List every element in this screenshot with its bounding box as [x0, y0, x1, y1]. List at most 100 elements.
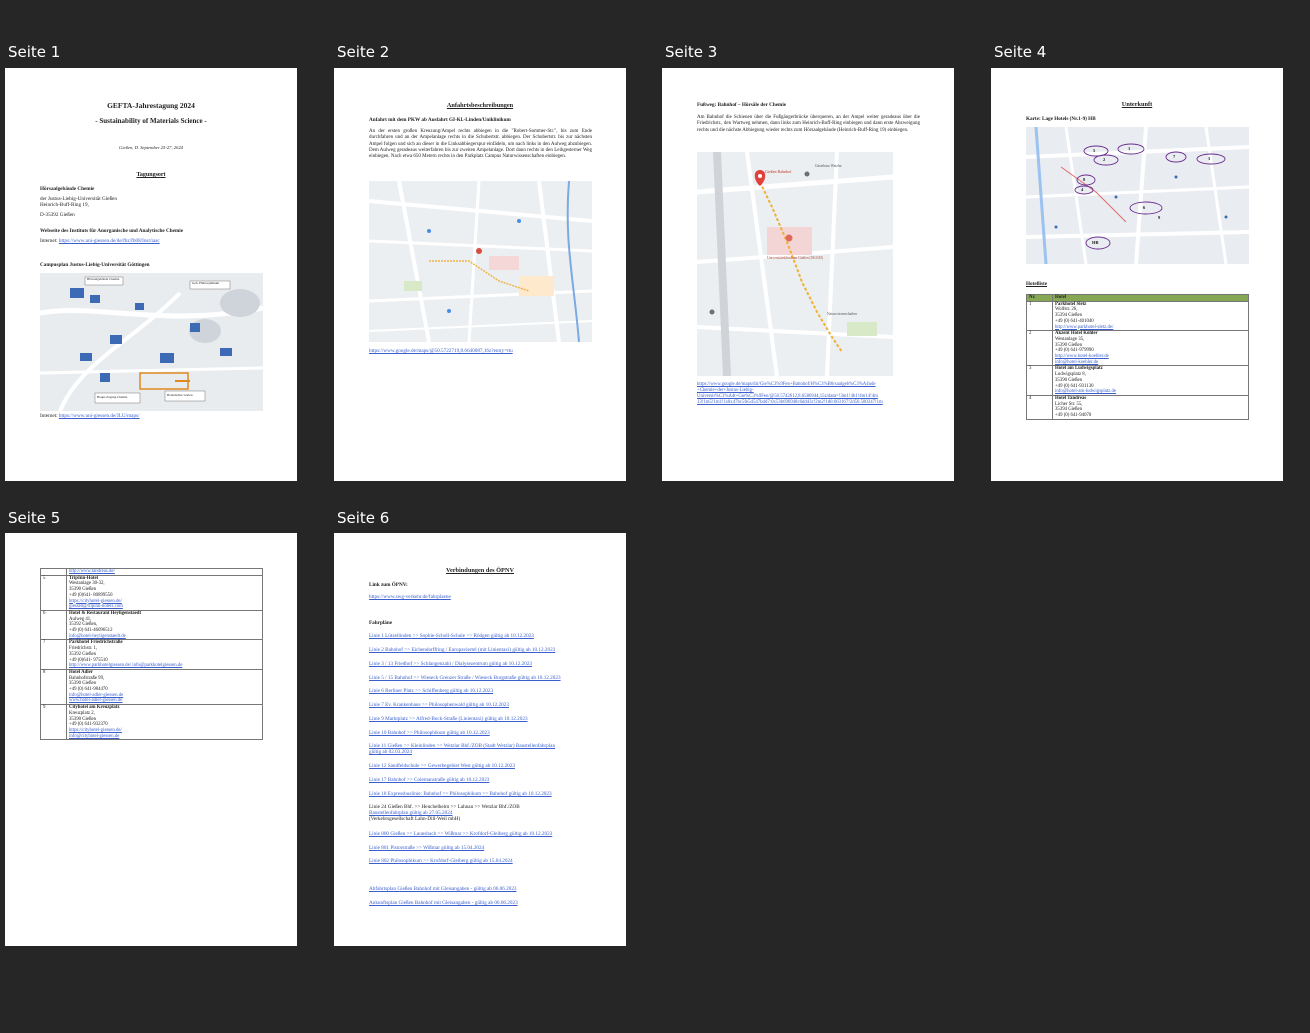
hotel-marker-label: 9 — [1158, 215, 1161, 220]
page-label-6[interactable]: Seite 6 — [337, 509, 389, 527]
page2-map-link[interactable]: https://www.google.de/maps/@50.5722719,8… — [369, 348, 513, 354]
page4-hotel-list-heading: Hotelliste — [1026, 281, 1048, 287]
hotel-number: 2 — [1026, 330, 1053, 367]
hotel-email-link[interactable]: info@hotel-heyligenstaedt.de — [69, 634, 260, 640]
hotel-cell: Cityhotel am Kreuzplatz Kreuzplatz 2, 35… — [66, 704, 263, 741]
page-label-4[interactable]: Seite 4 — [994, 43, 1046, 61]
timetable-link[interactable]: Linie 18 Expressbuslinie: Bahnhof >> Phi… — [369, 791, 552, 797]
timetable-link[interactable]: Linie 801 Pistorstraße >> Wißmar gültig … — [369, 845, 484, 851]
route-map — [369, 181, 592, 342]
page6-heading: Verbindungen des ÖPNV — [446, 567, 514, 574]
arrival-plan-link[interactable]: Ankunftsplan Gießen Bahnhof mit Gleisang… — [369, 900, 518, 906]
internet-label: Internet: — [40, 238, 58, 244]
table-row: 4 Hotel Tandreas Licher Str. 55, 35394 G… — [1026, 394, 1249, 420]
timetable-link[interactable]: Linie 5 / 15 Bahnhof >> Wieseck Grenzer … — [369, 675, 561, 681]
walking-map-label: Universitätsklinikum Gießen (UKGM) — [767, 256, 823, 260]
page-label-5[interactable]: Seite 5 — [8, 509, 60, 527]
page-label-3[interactable]: Seite 3 — [665, 43, 717, 61]
page4-heading: Unterkunft — [1121, 101, 1153, 108]
page2-directions-text: An der ersten großen Kreuzung/Ampel rech… — [369, 129, 592, 160]
hotel-link[interactable]: http://www.parkhotel-sletz.de/ — [1055, 325, 1246, 331]
timetable-link[interactable]: Linie 1 Lützellinden >> Sophie-Scholl-Sc… — [369, 633, 534, 639]
hotel-email-link[interactable]: info@cityhotel-giessen.de — [69, 734, 260, 740]
page1-campus-heading: Campusplan Justus-Liebig-Universität Göt… — [40, 262, 150, 268]
hotel-link[interactable]: http://www.tandreas.de/ — [69, 569, 260, 575]
table-row: http://www.tandreas.de/ — [40, 568, 263, 576]
timetable-link[interactable]: Linie 2 Bahnhof >> Eichendorffring / Eur… — [369, 647, 555, 653]
timetable-link[interactable]: Linie 12 Sandfeldschule >> Gewerbegebiet… — [369, 763, 515, 769]
hotel-table: Nr. Hotel 1 Parkhotel Sletz Wolfstr. 26,… — [1026, 294, 1249, 420]
hotel-marker-label: HB — [1092, 240, 1099, 245]
hotel-map: 5 1 2 7 8 6 3 4 9 HB — [1026, 127, 1249, 264]
hotel-number: 3 — [1026, 365, 1053, 396]
hotel-cell: Akzent Hotel Köhler Westanlage 35, 35390… — [1052, 330, 1249, 367]
departure-plan-link[interactable]: Abfahrtsplan Gießen Bahnhof mit Gleisang… — [369, 886, 517, 892]
hotel-email-link[interactable]: info@hotel-koehler.de — [1055, 360, 1246, 366]
hotel-cell: Parkhotel Friedrichstraße Friedrichstr. … — [66, 639, 263, 670]
hotel-number: 7 — [40, 639, 67, 670]
walking-map-label: Naturwissenschaften — [827, 312, 857, 316]
walking-map: Gießen Bahnhof Universitätsklinikum Gieß… — [697, 152, 893, 376]
hotel-cell: Hotel Tandreas Licher Str. 55, 35394 Gie… — [1052, 394, 1249, 420]
timetable-link[interactable]: Linie 802 Philosophikum >> Krofdorf-Glei… — [369, 858, 513, 864]
hotel-cell: TripInn-Hotel Westanlage 30-32, 35390 Gi… — [66, 574, 263, 611]
table-row: 2 Akzent Hotel Köhler Westanlage 35, 353… — [1026, 330, 1249, 367]
hotel-marker-label: 4 — [1081, 187, 1084, 192]
campus-map-link[interactable]: https://www.uni-giessen.de/JLU/maps/ — [59, 413, 140, 419]
internet-label: Internet: — [40, 413, 58, 419]
page-thumbnail-3[interactable]: Fußweg: Bahnhof – Hörsäle der Chemie Am … — [662, 68, 954, 481]
campus-map-label: Hörsaalgebäude Chemie — [87, 277, 120, 281]
timetable-link[interactable]: Linie 3 / 13 Friedhof >> Schlangenzahl /… — [369, 661, 532, 667]
timetable-link[interactable]: gültig ab 02.03.2024 — [369, 749, 412, 755]
table-row: 5 TripInn-Hotel Westanlage 30-32, 35390 … — [40, 574, 263, 611]
table-header-row: Nr. Hotel — [1026, 294, 1249, 302]
hotel-phone: +49 (0) 641-94070 — [1055, 413, 1092, 419]
timetable-link[interactable]: Linie 17 Bahnhof >> Colemanstraße gültig… — [369, 777, 489, 783]
page-thumbnail-2[interactable]: Anfahrtsbeschreibungen Anfahrt mit dem P… — [334, 68, 626, 481]
page3-map-link[interactable]: 13!1m5!1m1!1s0x47bc5fe5d547bdd7:0x53b696… — [697, 400, 883, 406]
opnv-link[interactable]: https://www.swg-verkehr.de/fahrplaene — [369, 594, 451, 600]
hotel-number: 6 — [40, 609, 67, 641]
hotel-number: 5 — [40, 574, 67, 611]
column-header-hotel: Hotel — [1052, 294, 1249, 302]
hotel-cell: http://www.tandreas.de/ — [66, 568, 263, 576]
page-label-2[interactable]: Seite 2 — [337, 43, 389, 61]
walking-map-label: Gießen Bahnhof — [765, 169, 792, 174]
page1-date: Gießen, D. September 25-27, 2024 — [119, 145, 183, 150]
hotel-cell: Hotel am Ludwigsplatz Ludwigsplatz 8, 35… — [1052, 365, 1249, 396]
page-thumbnail-6[interactable]: Verbindungen des ÖPNV Link zum ÖPNV: htt… — [334, 533, 626, 946]
page3-heading: Fußweg: Bahnhof – Hörsäle der Chemie — [697, 102, 787, 108]
table-row: 3 Hotel am Ludwigsplatz Ludwigsplatz 8, … — [1026, 365, 1249, 396]
hotel-number: 9 — [40, 704, 67, 741]
hotel-link[interactable]: www.hotel-adler-giessen.de — [69, 698, 260, 704]
institute-link[interactable]: https://www.uni-giessen.de/de/fbz/fb08/I… — [59, 238, 160, 244]
timetable-link[interactable]: Linie 800 Gießen >> Launsbach >> Wißmar … — [369, 831, 552, 837]
timetable-link[interactable]: Linie 7 Ev. Krankenhaus >> Philosophenwa… — [369, 702, 509, 708]
page2-subheading: Anfahrt mit dem PKW ab Ausfahrt GI-Kl.-L… — [369, 117, 511, 123]
page-label-1[interactable]: Seite 1 — [8, 43, 60, 61]
hotel-number: 4 — [1026, 394, 1053, 420]
campus-map-label: Haupt-Zugang Chemie — [97, 395, 128, 399]
page1-venue-heading: Tagungsort — [136, 172, 166, 178]
timetable-link[interactable]: Linie 6 Berliner Platz >> Schiffenberg g… — [369, 688, 493, 694]
hotel-marker-label: 5 — [1093, 148, 1096, 153]
hotel-cell: Parkhotel Sletz Wolfstr. 26, 35394 Gieße… — [1052, 300, 1249, 332]
hotel-link[interactable]: http://www.parkhotelgiessen.de/ info@par… — [69, 663, 260, 669]
hotel-marker-label: 2 — [1103, 157, 1106, 162]
timetable-note: (Verkehrsgesellschaft Lahn-Dill-Weil mbH… — [369, 816, 461, 822]
hotel-marker-label: 3 — [1208, 156, 1211, 161]
route-map-drawing — [369, 181, 592, 342]
hotel-map-drawing — [1026, 127, 1249, 264]
page-thumbnail-4[interactable]: Unterkunft Karte: Lage Hotels (Nr.1-9) H… — [991, 68, 1283, 481]
campus-map-drawing — [40, 276, 263, 411]
campus-map-label: Botanischer Garten — [167, 393, 193, 397]
timetable-link[interactable]: Linie 9 Marktplatz >> Alfred-Bock-Straße… — [369, 716, 528, 722]
timetable-link[interactable]: Linie 10 Bahnhof >> Philosophikum gültig… — [369, 730, 490, 736]
page4-map-heading: Karte: Lage Hotels (Nr.1-9) HB — [1026, 116, 1096, 122]
page3-directions-text: Am Bahnhof die Schienen über die Fußgäng… — [697, 115, 920, 133]
hotel-number: 1 — [1026, 300, 1053, 332]
page-thumbnail-1[interactable]: GEFTA-Jahrestagung 2024 - Sustainability… — [5, 68, 297, 481]
hotel-email-link[interactable]: giessen@tripinn-hotels.com — [69, 604, 260, 610]
page-thumbnail-5[interactable]: http://www.tandreas.de/ 5 TripInn-Hotel … — [5, 533, 297, 946]
hotel-email-link[interactable]: info@hotel-am-ludwigsplatz.de — [1055, 389, 1246, 395]
